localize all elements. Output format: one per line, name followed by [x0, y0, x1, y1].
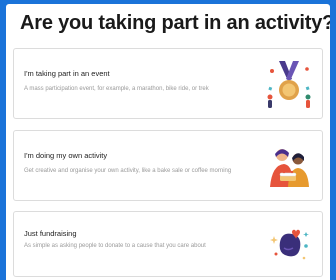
page-title: Are you taking part in an activity? [20, 12, 330, 34]
people-baking-icon [270, 149, 309, 187]
option-title: Just fundraising [24, 229, 77, 238]
option-card-just-fundraising[interactable]: Just fundraising As simple as asking peo… [13, 211, 323, 277]
medal-icon [267, 61, 311, 108]
donation-icon [270, 229, 309, 260]
option-title: I'm taking part in an event [24, 69, 110, 78]
option-card-event[interactable]: I'm taking part in an event A mass parti… [13, 48, 323, 119]
activity-selection-panel: Are you taking part in an activity? I'm … [6, 4, 330, 280]
option-card-own-activity[interactable]: I'm doing my own activity Get creative a… [13, 130, 323, 201]
option-description: Get creative and organise your own activ… [24, 168, 232, 174]
option-description: A mass participation event, for example,… [24, 86, 209, 92]
option-description: As simple as asking people to donate to … [24, 243, 206, 249]
option-title: I'm doing my own activity [24, 151, 108, 160]
